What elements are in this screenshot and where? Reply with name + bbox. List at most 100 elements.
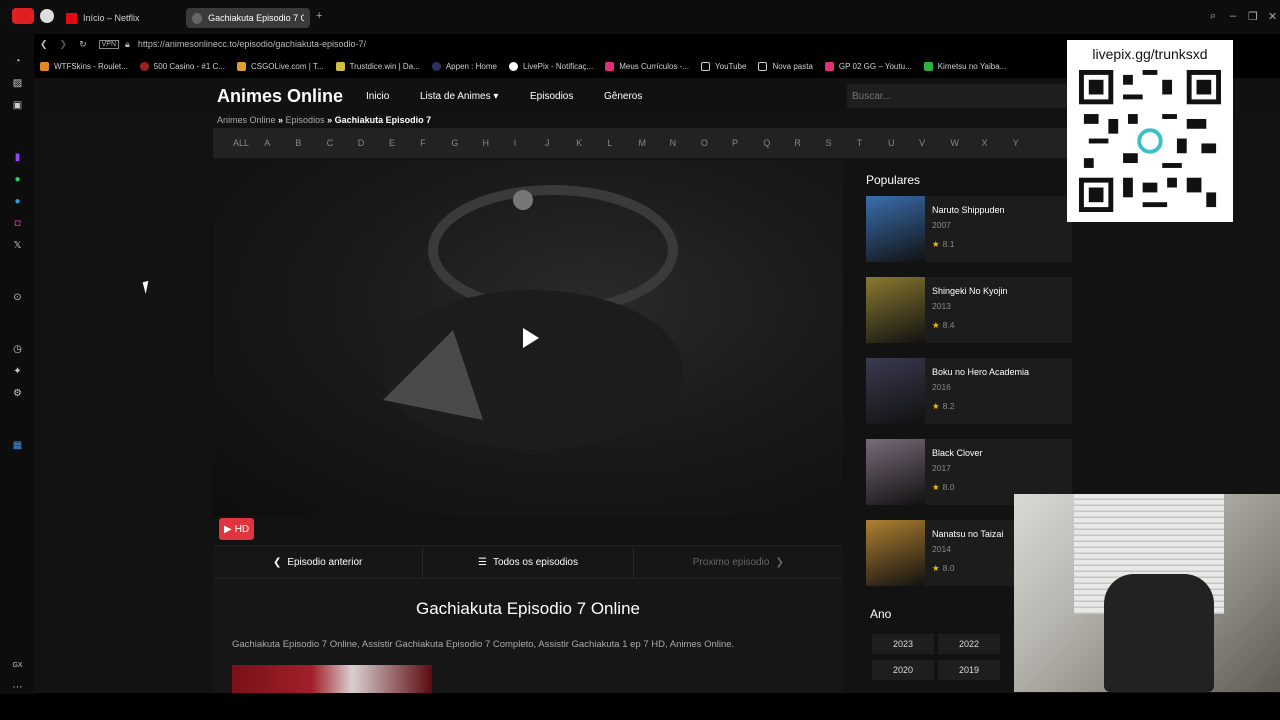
back-icon[interactable]: ❮ (40, 39, 48, 50)
year-2022[interactable]: 2022 (938, 634, 1000, 654)
alphabet-letter[interactable]: H (483, 138, 514, 148)
anime-poster[interactable] (866, 520, 925, 586)
bookmark-item[interactable]: 500 Casino - #1 C... (139, 61, 225, 71)
tab-netflix[interactable]: Início – Netflix (60, 8, 182, 28)
bookmark-item[interactable]: CSGOLive.com | T... (236, 61, 324, 71)
reload-icon[interactable]: ↻ (79, 39, 87, 50)
alphabet-letter[interactable]: V (919, 138, 950, 148)
year-2023[interactable]: 2023 (872, 634, 934, 654)
alphabet-letter[interactable]: P (732, 138, 763, 148)
next-episode-button[interactable]: Proximo episodio ❯ (634, 546, 843, 578)
anime-name[interactable]: Nanatsu no Taizai (932, 529, 1003, 539)
alphabet-letter[interactable]: ALL (233, 138, 264, 148)
bookmark-item[interactable]: Kimetsu no Yaiba... (923, 61, 1006, 71)
twitch-icon[interactable]: ▮ (12, 152, 23, 163)
alphabet-letter[interactable]: F (420, 138, 451, 148)
gx-icon[interactable]: GX (12, 660, 23, 671)
nav-inicio[interactable]: Inicio (366, 91, 389, 102)
popular-item[interactable]: Boku no Hero Academia 2016 ★ 8.2 (866, 358, 1072, 424)
alphabet-letter[interactable]: B (295, 138, 326, 148)
breadcrumb-section[interactable]: Episodios (286, 115, 325, 125)
bookmark-item[interactable]: WTFSkins - Roulet... (40, 61, 128, 71)
nav-episodios[interactable]: Episodios (530, 91, 573, 102)
maximize-icon[interactable]: ❐ (1248, 10, 1258, 23)
bookmark-item[interactable]: Nova pasta (758, 61, 813, 71)
app-icon[interactable]: ▦ (12, 440, 23, 451)
alphabet-letter[interactable]: W (950, 138, 981, 148)
bookmark-item[interactable]: LivePix - Notificaç... (508, 61, 593, 71)
close-icon[interactable]: ✕ (1268, 10, 1277, 23)
search-tabs-icon[interactable]: ⌕ (1210, 10, 1216, 23)
messenger-icon[interactable]: ▣ (12, 100, 23, 111)
anime-poster[interactable] (866, 358, 925, 424)
more-icon[interactable]: ⋯ (12, 682, 23, 693)
year-2019[interactable]: 2019 (938, 660, 1000, 680)
nav-generos[interactable]: Gêneros (604, 91, 642, 102)
alphabet-letter[interactable]: A (264, 138, 295, 148)
site-logo[interactable]: Animes Online (217, 86, 343, 107)
forward-icon[interactable]: ❯ (60, 39, 68, 50)
alphabet-letter[interactable]: S (826, 138, 857, 148)
alphabet-letter[interactable]: U (888, 138, 919, 148)
search-input[interactable] (847, 84, 1067, 108)
alphabet-letter[interactable]: O (701, 138, 732, 148)
youtube-logo-icon[interactable] (12, 8, 34, 24)
breadcrumb-home[interactable]: Animes Online (217, 115, 276, 125)
player-icon[interactable]: ⊙ (12, 292, 23, 303)
bookmark-item[interactable]: Appen : Home (431, 61, 497, 71)
popular-item[interactable]: Naruto Shippuden 2007 ★ 8.1 (866, 196, 1072, 262)
telegram-icon[interactable]: ● (12, 196, 23, 207)
episode-thumbnail[interactable] (232, 665, 432, 693)
anime-poster[interactable] (866, 439, 925, 505)
alphabet-letter[interactable]: T (857, 138, 888, 148)
video-player[interactable] (213, 160, 843, 516)
alphabet-letter[interactable]: D (358, 138, 389, 148)
lock-icon[interactable]: 🔒︎ (125, 39, 130, 50)
alphabet-letter[interactable]: N (670, 138, 701, 148)
bookmark-item[interactable]: GP 02 GG – Youtu... (824, 61, 912, 71)
alphabet-letter[interactable]: R (794, 138, 825, 148)
vpn-badge[interactable]: VPN (98, 39, 120, 49)
settings-icon[interactable]: ⚙ (12, 388, 23, 399)
alphabet-letter[interactable]: I (514, 138, 545, 148)
all-episodes-button[interactable]: ☰ Todos os episodios (423, 546, 634, 578)
bookmark-icon (923, 61, 933, 71)
new-tab-icon[interactable]: + (316, 10, 322, 22)
alphabet-letter[interactable]: G (451, 138, 482, 148)
history-icon[interactable]: ◷ (12, 344, 23, 355)
alphabet-letter[interactable]: E (389, 138, 420, 148)
anime-name[interactable]: Shingeki No Kyojin (932, 286, 1008, 296)
prev-episode-button[interactable]: ❮ Episodio anterior (213, 546, 424, 578)
nav-lista-de-animes[interactable]: Lista de Animes ▾ (420, 91, 498, 102)
url-field[interactable]: https://animesonlinecc.to/episodio/gachi… (138, 39, 366, 49)
bookmark-item[interactable]: Trustdice.win | Da... (335, 61, 420, 71)
shield-icon[interactable] (40, 9, 54, 23)
speed-dial-icon[interactable]: ◔ (12, 56, 23, 67)
alphabet-letter[interactable]: Q (763, 138, 794, 148)
minimize-icon[interactable]: – (1230, 10, 1236, 22)
year-2020[interactable]: 2020 (872, 660, 934, 680)
alphabet-letter[interactable]: C (327, 138, 358, 148)
whatsapp-icon[interactable]: ● (12, 174, 23, 185)
hd-button[interactable]: ▶ HD (219, 518, 255, 540)
popular-item[interactable]: Shingeki No Kyojin 2013 ★ 8.4 (866, 277, 1072, 343)
play-icon[interactable] (523, 328, 539, 348)
anime-name[interactable]: Boku no Hero Academia (932, 367, 1029, 377)
x-icon[interactable]: 𝕏 (12, 240, 23, 251)
bookmark-item[interactable]: YouTube (701, 61, 746, 71)
instagram-icon[interactable]: ◘ (12, 218, 23, 229)
extensions-icon[interactable]: ✦ (12, 366, 23, 377)
alphabet-letter[interactable]: M (638, 138, 669, 148)
alphabet-letter[interactable]: L (607, 138, 638, 148)
anime-name[interactable]: Naruto Shippuden (932, 205, 1005, 215)
ai-icon[interactable]: ▨ (12, 78, 23, 89)
anime-name[interactable]: Black Clover (932, 448, 983, 458)
tab-gachiakuta[interactable]: Gachiakuta Episodio 7 On (186, 8, 310, 28)
alphabet-letter[interactable]: K (576, 138, 607, 148)
bookmark-item[interactable]: Meus Currículos -... (605, 61, 689, 71)
alphabet-letter[interactable]: Y (1013, 138, 1044, 148)
anime-poster[interactable] (866, 277, 925, 343)
alphabet-letter[interactable]: X (982, 138, 1013, 148)
anime-poster[interactable] (866, 196, 925, 262)
alphabet-letter[interactable]: J (545, 138, 576, 148)
